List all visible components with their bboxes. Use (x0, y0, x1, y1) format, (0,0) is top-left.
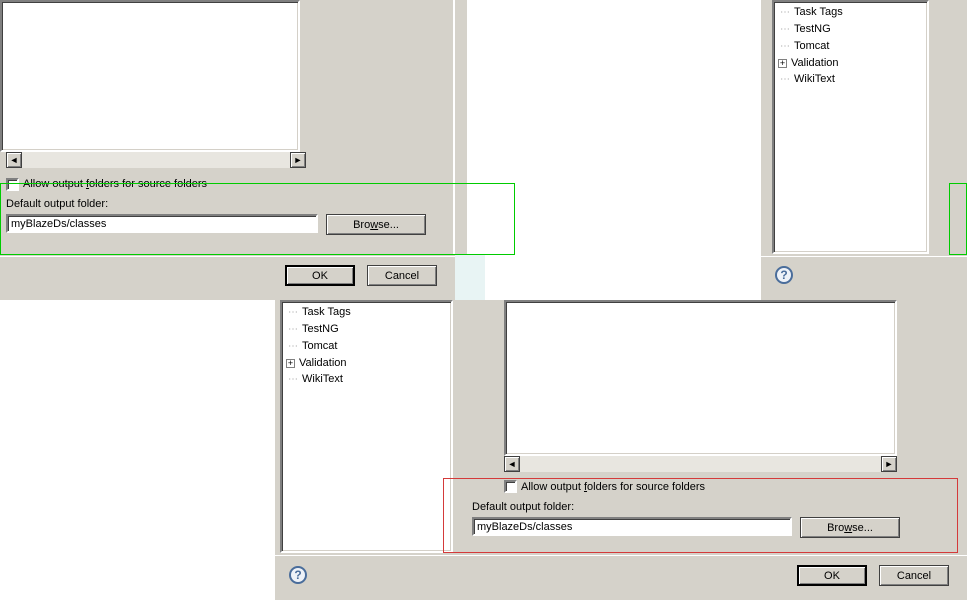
tree-item[interactable]: ⋯Task Tags (778, 4, 923, 21)
dialog-top-right: ⋯Task Tags ⋯TestNG ⋯Tomcat + Validation ⋯… (761, 0, 967, 300)
tree-item-label: Validation (299, 357, 347, 369)
browse-button-2[interactable]: Browse... (800, 517, 900, 538)
allow-output-label: Allow output folders for source folders (23, 178, 207, 190)
default-output-row: myBlazeDs/classes Browse... (6, 214, 441, 235)
tree-item[interactable]: ⋯Tomcat (778, 38, 923, 55)
scroll-right-icon[interactable]: ► (881, 456, 897, 472)
tree-item[interactable]: ⋯TestNG (286, 321, 447, 338)
source-folder-list-2[interactable] (504, 300, 897, 456)
default-output-input-2[interactable]: myBlazeDs/classes (472, 517, 792, 536)
dialog-top-left: ◄ ► Allow output folders for source fold… (0, 0, 467, 300)
tree-item[interactable]: ⋯TestNG (778, 21, 923, 38)
cancel-button-2[interactable]: Cancel (879, 565, 949, 586)
tree-item[interactable]: ⋯WikiText (286, 371, 447, 388)
browse-button[interactable]: Browse... (326, 214, 426, 235)
preferences-tree-bottom[interactable]: ⋯Task Tags ⋯TestNG ⋯Tomcat + Validation ⋯… (280, 300, 453, 553)
default-output-label-2: Default output folder: (472, 501, 574, 513)
tree-item[interactable]: + Validation (286, 355, 447, 371)
panel1-backdrop (455, 254, 485, 306)
allow-output-row: Allow output folders for source folders (6, 176, 207, 192)
panel1-buttonbar: OK Cancel (0, 256, 455, 294)
hscrollbar-2[interactable]: ◄ ► (504, 456, 897, 472)
default-output-label: Default output folder: (6, 198, 108, 210)
tree-item[interactable]: ⋯WikiText (778, 71, 923, 88)
allow-output-checkbox-2[interactable] (504, 480, 517, 493)
allow-output-checkbox[interactable] (6, 178, 19, 191)
tree-item[interactable]: + Validation (778, 55, 923, 71)
tree-item-label: Tomcat (302, 340, 337, 352)
ok-button-2[interactable]: OK (797, 565, 867, 586)
default-output-row-2: myBlazeDs/classes Browse... (472, 517, 954, 538)
panel1-body: ◄ ► Allow output folders for source fold… (0, 0, 455, 254)
panel3-right: ◄ ► Allow output folders for source fold… (457, 300, 967, 553)
tree-item-label: TestNG (794, 23, 831, 35)
tree-item[interactable]: ⋯Task Tags (286, 304, 447, 321)
tree-item[interactable]: ⋯Tomcat (286, 338, 447, 355)
panel3-buttonbar: ? OK Cancel (275, 555, 967, 595)
tree-item-label: Task Tags (794, 6, 843, 18)
scroll-left-icon[interactable]: ◄ (6, 152, 22, 168)
ok-button[interactable]: OK (285, 265, 355, 286)
preferences-tree-right[interactable]: ⋯Task Tags ⋯TestNG ⋯Tomcat + Validation ⋯… (772, 0, 929, 254)
expand-icon[interactable]: + (286, 359, 295, 368)
help-icon[interactable]: ? (775, 266, 793, 284)
scroll-track[interactable] (520, 456, 881, 472)
tree-item-label: TestNG (302, 323, 339, 335)
scroll-right-icon[interactable]: ► (290, 152, 306, 168)
dialog-bottom: ⋯Task Tags ⋯TestNG ⋯Tomcat + Validation ⋯… (275, 300, 967, 600)
default-output-input[interactable]: myBlazeDs/classes (6, 214, 318, 233)
allow-output-row-2: Allow output folders for source folders (504, 480, 705, 493)
panel1-right-strip (306, 0, 446, 152)
hscrollbar[interactable]: ◄ ► (6, 152, 306, 168)
scroll-left-icon[interactable]: ◄ (504, 456, 520, 472)
panel2-buttonbar: ? (761, 256, 967, 294)
tree-item-label: WikiText (794, 73, 835, 85)
tree-item-label: WikiText (302, 373, 343, 385)
tree-item-label: Validation (791, 57, 839, 69)
tree-item-label: Tomcat (794, 40, 829, 52)
source-folder-list[interactable] (0, 0, 300, 152)
expand-icon[interactable]: + (778, 59, 787, 68)
allow-output-label-2: Allow output folders for source folders (521, 481, 705, 493)
cancel-button[interactable]: Cancel (367, 265, 437, 286)
scroll-track[interactable] (22, 152, 290, 168)
help-icon-2[interactable]: ? (289, 566, 307, 584)
tree-item-label: Task Tags (302, 306, 351, 318)
